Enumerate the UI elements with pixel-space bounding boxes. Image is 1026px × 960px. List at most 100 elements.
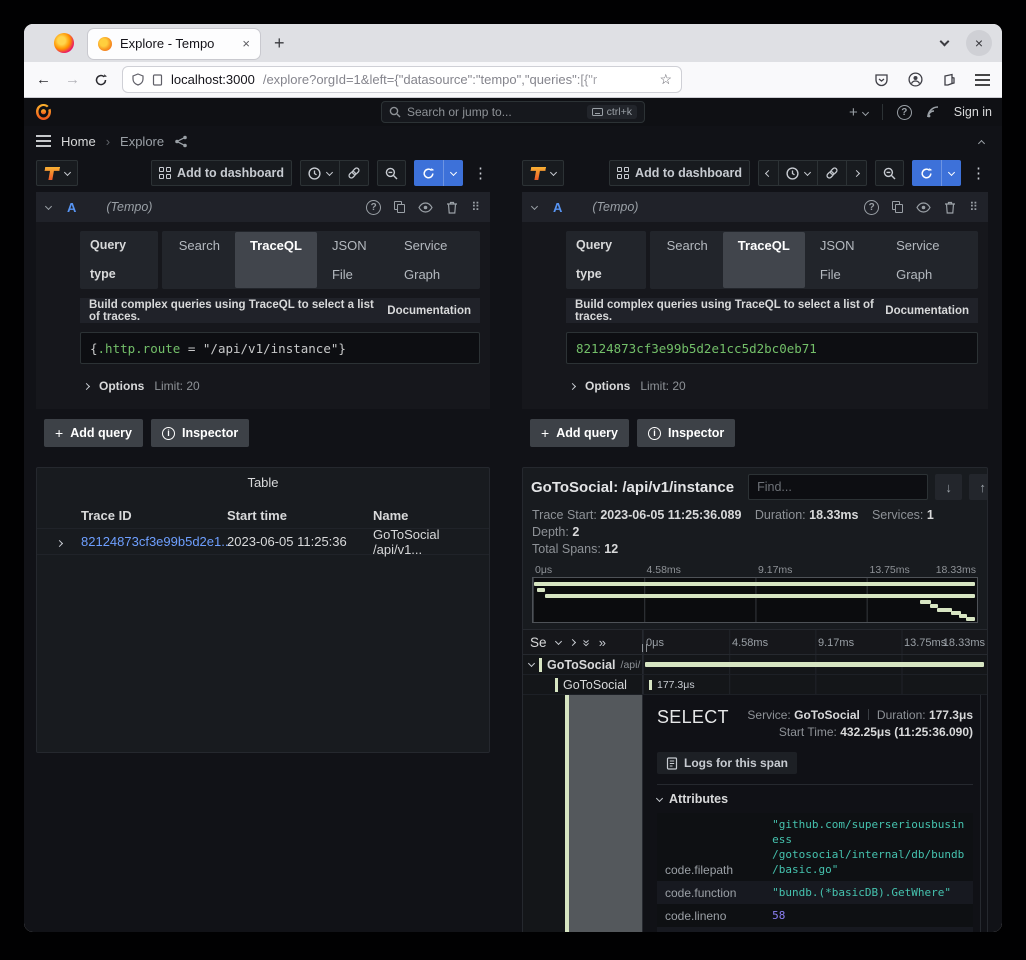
query-options-toggle[interactable]: Options Limit: 20 bbox=[566, 373, 978, 399]
expand-all-icon[interactable]: » bbox=[579, 639, 594, 645]
menu-toggle-icon[interactable] bbox=[36, 132, 51, 150]
tab-traceql[interactable]: TraceQL bbox=[723, 232, 805, 288]
find-input[interactable]: Find... bbox=[748, 474, 928, 500]
app-menu-icon[interactable] bbox=[975, 71, 990, 89]
breadcrumb-explore[interactable]: Explore bbox=[120, 134, 164, 149]
trace-id-link[interactable]: 82124873cf3e99b5d2e1... bbox=[81, 534, 227, 549]
trace-minimap[interactable]: 0μs4.58ms9.17ms13.75ms18.33ms bbox=[532, 564, 978, 623]
new-tab-button[interactable]: + bbox=[274, 33, 285, 54]
inspector-button[interactable]: i Inspector bbox=[151, 419, 249, 447]
url-bar[interactable]: localhost:3000 /explore?orgId=1&left={"d… bbox=[122, 66, 682, 93]
datasource-picker[interactable] bbox=[36, 160, 78, 186]
span-row-child[interactable]: GoToSocial 177.3μs bbox=[523, 675, 987, 695]
delete-query-trash-icon[interactable] bbox=[944, 201, 956, 214]
extensions-icon[interactable] bbox=[942, 73, 956, 87]
news-rss-icon[interactable] bbox=[926, 105, 940, 119]
share-icon[interactable] bbox=[174, 135, 188, 148]
tab-json-file[interactable]: JSON File bbox=[805, 231, 881, 289]
copy-link-button[interactable] bbox=[339, 160, 369, 186]
new-menu-button[interactable]: + bbox=[849, 104, 868, 121]
query-help-icon[interactable]: ? bbox=[864, 200, 879, 215]
service-column-header[interactable]: Se bbox=[530, 635, 547, 650]
column-header-start-time[interactable]: Start time bbox=[227, 508, 373, 523]
time-picker-button[interactable] bbox=[300, 160, 340, 186]
tab-search[interactable]: Search bbox=[164, 231, 235, 289]
drag-handle-icon[interactable]: ⠿ bbox=[471, 200, 480, 214]
span-duration-bar[interactable] bbox=[649, 680, 652, 690]
row-expander-icon[interactable] bbox=[37, 534, 81, 549]
bookmark-star-icon[interactable]: ☆ bbox=[659, 71, 672, 88]
span-duration-bar[interactable] bbox=[645, 662, 984, 667]
add-query-button[interactable]: + Add query bbox=[530, 419, 629, 447]
logs-for-span-button[interactable]: Logs for this span bbox=[657, 752, 797, 774]
more-options-icon[interactable]: ⋮ bbox=[969, 164, 988, 182]
zoom-out-button[interactable] bbox=[377, 160, 406, 186]
sign-in-link[interactable]: Sign in bbox=[954, 105, 992, 119]
column-header-trace-id[interactable]: Trace ID bbox=[81, 508, 227, 523]
attribute-row[interactable]: code.filepath"github.com/superseriousbus… bbox=[657, 813, 973, 881]
query-row-header[interactable]: A (Tempo) ? ⠿ bbox=[36, 192, 490, 222]
query-options-toggle[interactable]: Options Limit: 20 bbox=[80, 373, 480, 399]
find-prev-button[interactable]: ↑ bbox=[969, 474, 988, 500]
documentation-link[interactable]: Documentation bbox=[387, 305, 471, 317]
traceql-query-input[interactable]: {.http.route = "/api/v1/instance"} bbox=[80, 332, 480, 364]
browser-tab[interactable]: Explore - Tempo × bbox=[88, 29, 260, 59]
time-picker-button[interactable] bbox=[778, 160, 818, 186]
tab-search[interactable]: Search bbox=[652, 231, 723, 289]
run-query-button[interactable] bbox=[912, 160, 961, 186]
search-input[interactable]: Search or jump to... ctrl+k bbox=[381, 101, 645, 123]
shield-permissions-icon[interactable] bbox=[132, 73, 144, 86]
tab-service-graph[interactable]: Service Graph bbox=[881, 231, 976, 289]
tab-json-file[interactable]: JSON File bbox=[317, 231, 389, 289]
query-help-icon[interactable]: ? bbox=[366, 200, 381, 215]
add-to-dashboard-button[interactable]: Add to dashboard bbox=[609, 160, 750, 186]
site-info-icon[interactable] bbox=[152, 74, 163, 86]
more-options-icon[interactable]: ⋮ bbox=[471, 164, 490, 182]
collapse-header-icon[interactable] bbox=[979, 134, 984, 149]
table-row[interactable]: 82124873cf3e99b5d2e1... 2023-06-05 11:25… bbox=[37, 528, 489, 555]
attribute-row[interactable]: code.function"bundb.(*basicDB).GetWhere" bbox=[657, 881, 973, 904]
duplicate-query-icon[interactable] bbox=[394, 201, 405, 213]
tab-service-graph[interactable]: Service Graph bbox=[389, 231, 478, 289]
minimap-chart[interactable] bbox=[532, 577, 978, 623]
run-query-interval-dropdown[interactable] bbox=[443, 160, 463, 186]
run-query-interval-dropdown[interactable] bbox=[941, 160, 961, 186]
span-row-root[interactable]: GoToSocial /api/ bbox=[523, 655, 987, 675]
add-query-button[interactable]: + Add query bbox=[44, 419, 143, 447]
time-shift-back-button[interactable] bbox=[758, 160, 779, 186]
delete-query-trash-icon[interactable] bbox=[446, 201, 458, 214]
column-header-name[interactable]: Name bbox=[373, 508, 489, 523]
tab-close-icon[interactable]: × bbox=[242, 36, 250, 51]
zoom-out-button[interactable] bbox=[875, 160, 904, 186]
panel-title[interactable]: Table bbox=[37, 468, 489, 502]
time-shift-forward-button[interactable] bbox=[846, 160, 867, 186]
reload-icon[interactable] bbox=[94, 73, 108, 87]
inspector-button[interactable]: i Inspector bbox=[637, 419, 735, 447]
disable-query-eye-icon[interactable] bbox=[916, 202, 931, 213]
attribute-row[interactable]: db.operation"SELECT" bbox=[657, 927, 973, 932]
datasource-picker[interactable] bbox=[522, 160, 564, 186]
attributes-accordion[interactable]: Attributes bbox=[657, 792, 973, 806]
attribute-row[interactable]: code.lineno58 bbox=[657, 904, 973, 927]
list-tabs-icon[interactable] bbox=[940, 37, 950, 47]
tab-traceql[interactable]: TraceQL bbox=[235, 232, 317, 288]
pocket-icon[interactable] bbox=[874, 73, 889, 87]
back-button[interactable]: ← bbox=[36, 71, 51, 88]
duplicate-query-icon[interactable] bbox=[892, 201, 903, 213]
drag-handle-icon[interactable]: ⠿ bbox=[969, 200, 978, 214]
firefox-logo-icon[interactable] bbox=[54, 33, 74, 53]
disable-query-eye-icon[interactable] bbox=[418, 202, 433, 213]
expand-row-icon[interactable] bbox=[568, 638, 575, 645]
query-row-header[interactable]: A (Tempo) ? ⠿ bbox=[522, 192, 988, 222]
copy-link-button[interactable] bbox=[817, 160, 847, 186]
detail-scrollbar[interactable] bbox=[980, 695, 981, 932]
collapse-all-icon[interactable]: » bbox=[599, 635, 605, 650]
account-icon[interactable] bbox=[908, 72, 923, 87]
grafana-logo-icon[interactable] bbox=[34, 103, 53, 122]
documentation-link[interactable]: Documentation bbox=[885, 305, 969, 317]
add-to-dashboard-button[interactable]: Add to dashboard bbox=[151, 160, 292, 186]
traceql-query-input[interactable]: 82124873cf3e99b5d2e1cc5d2bc0eb71 bbox=[566, 332, 978, 364]
find-next-button[interactable]: ↓ bbox=[935, 474, 962, 500]
run-query-button[interactable] bbox=[414, 160, 463, 186]
breadcrumb-home[interactable]: Home bbox=[61, 134, 96, 149]
